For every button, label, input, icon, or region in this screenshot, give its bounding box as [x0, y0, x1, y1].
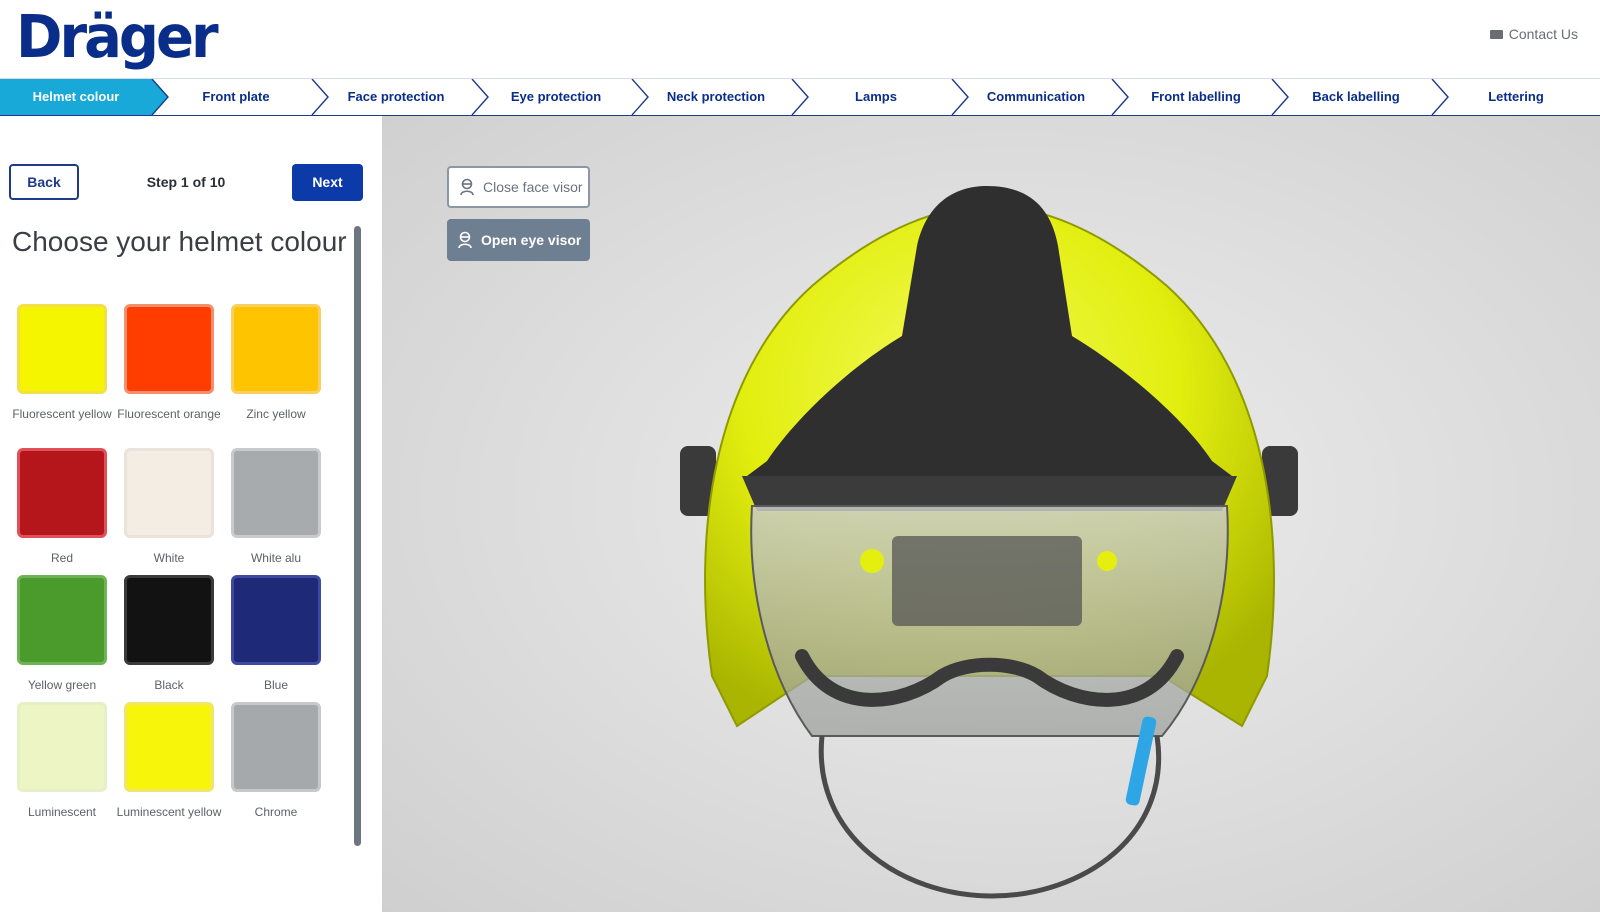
step-tab-2[interactable]: Face protection: [324, 79, 468, 115]
colour-option[interactable]: Zinc yellow: [221, 304, 331, 423]
colour-option[interactable]: White: [114, 448, 224, 567]
colour-label: White alu: [250, 551, 302, 565]
close-face-visor-label: Close face visor: [483, 179, 583, 195]
colour-swatch[interactable]: [17, 702, 107, 792]
colour-label: Chrome: [254, 805, 298, 819]
colour-swatch[interactable]: [231, 575, 321, 665]
step-tab-0[interactable]: Helmet colour: [0, 79, 152, 115]
colour-label: Yellow green: [27, 678, 97, 692]
colour-label: Luminescent yellow: [116, 805, 222, 819]
colour-swatch[interactable]: [124, 575, 214, 665]
step-tab-7[interactable]: Front labelling: [1124, 79, 1268, 115]
colour-panel: Back Step 1 of 10 Next Choose your helme…: [0, 116, 382, 912]
colour-option[interactable]: Luminescent: [7, 702, 117, 821]
colour-option[interactable]: White alu: [221, 448, 331, 567]
mail-icon: [1489, 29, 1503, 39]
header: Dräger Contact Us: [0, 0, 1600, 78]
back-button[interactable]: Back: [9, 164, 79, 200]
colour-swatch[interactable]: [17, 575, 107, 665]
colour-label: Black: [154, 678, 184, 692]
helmet-viewer[interactable]: Close face visor Open eye visor: [382, 116, 1600, 912]
colour-option[interactable]: Yellow green: [7, 575, 117, 694]
colour-option[interactable]: Chrome: [221, 702, 331, 821]
colour-option[interactable]: Red: [7, 448, 117, 567]
step-tab-4[interactable]: Neck protection: [644, 79, 788, 115]
open-eye-visor-label: Open eye visor: [481, 232, 582, 248]
colour-swatch[interactable]: [124, 448, 214, 538]
colour-label: Fluorescent yellow: [12, 407, 112, 421]
drager-logo[interactable]: Dräger: [16, 4, 219, 71]
colour-swatch[interactable]: [231, 304, 321, 394]
step-tab-9[interactable]: Lettering: [1444, 79, 1588, 115]
left-lens-marker: [860, 549, 884, 573]
colour-option[interactable]: Black: [114, 575, 224, 694]
colour-swatch[interactable]: [231, 448, 321, 538]
panel-title: Choose your helmet colour: [12, 226, 347, 257]
panel-scrollbar[interactable]: [354, 226, 361, 846]
colour-option[interactable]: Fluorescent orange: [114, 304, 224, 423]
colour-swatch[interactable]: [124, 304, 214, 394]
next-button[interactable]: Next: [292, 164, 363, 201]
chin-strap: [818, 735, 1162, 899]
step-tab-6[interactable]: Communication: [964, 79, 1108, 115]
contact-us-link[interactable]: Contact Us: [1489, 26, 1578, 42]
colour-option[interactable]: Fluorescent yellow: [7, 304, 117, 423]
step-tab-3[interactable]: Eye protection: [484, 79, 628, 115]
colour-swatch[interactable]: [231, 702, 321, 792]
step-tab-5[interactable]: Lamps: [804, 79, 948, 115]
visor-icon: [458, 231, 472, 249]
close-face-visor-button[interactable]: Close face visor: [447, 166, 590, 208]
colour-swatch[interactable]: [17, 304, 107, 394]
visor-icon: [460, 178, 474, 196]
colour-label: Zinc yellow: [246, 407, 306, 421]
colour-label: Red: [50, 551, 73, 565]
step-tab-8[interactable]: Back labelling: [1284, 79, 1428, 115]
step-counter: Step 1 of 10: [146, 174, 226, 190]
colour-swatch[interactable]: [17, 448, 107, 538]
colour-option[interactable]: Luminescent yellow: [114, 702, 224, 821]
colour-option[interactable]: Blue: [221, 575, 331, 694]
right-lens-marker: [1097, 551, 1117, 571]
colour-label: Luminescent: [27, 805, 97, 819]
colour-swatch[interactable]: [124, 702, 214, 792]
inner-mask: [892, 536, 1082, 626]
colour-label: Fluorescent orange: [117, 407, 221, 421]
colour-label: Blue: [263, 678, 289, 692]
colour-label: White: [153, 551, 185, 565]
contact-us-label: Contact Us: [1508, 26, 1578, 42]
step-tab-1[interactable]: Front plate: [164, 79, 308, 115]
open-eye-visor-button[interactable]: Open eye visor: [447, 219, 590, 261]
step-navigation: Helmet colour Front plate Face protection E…: [0, 78, 1600, 116]
